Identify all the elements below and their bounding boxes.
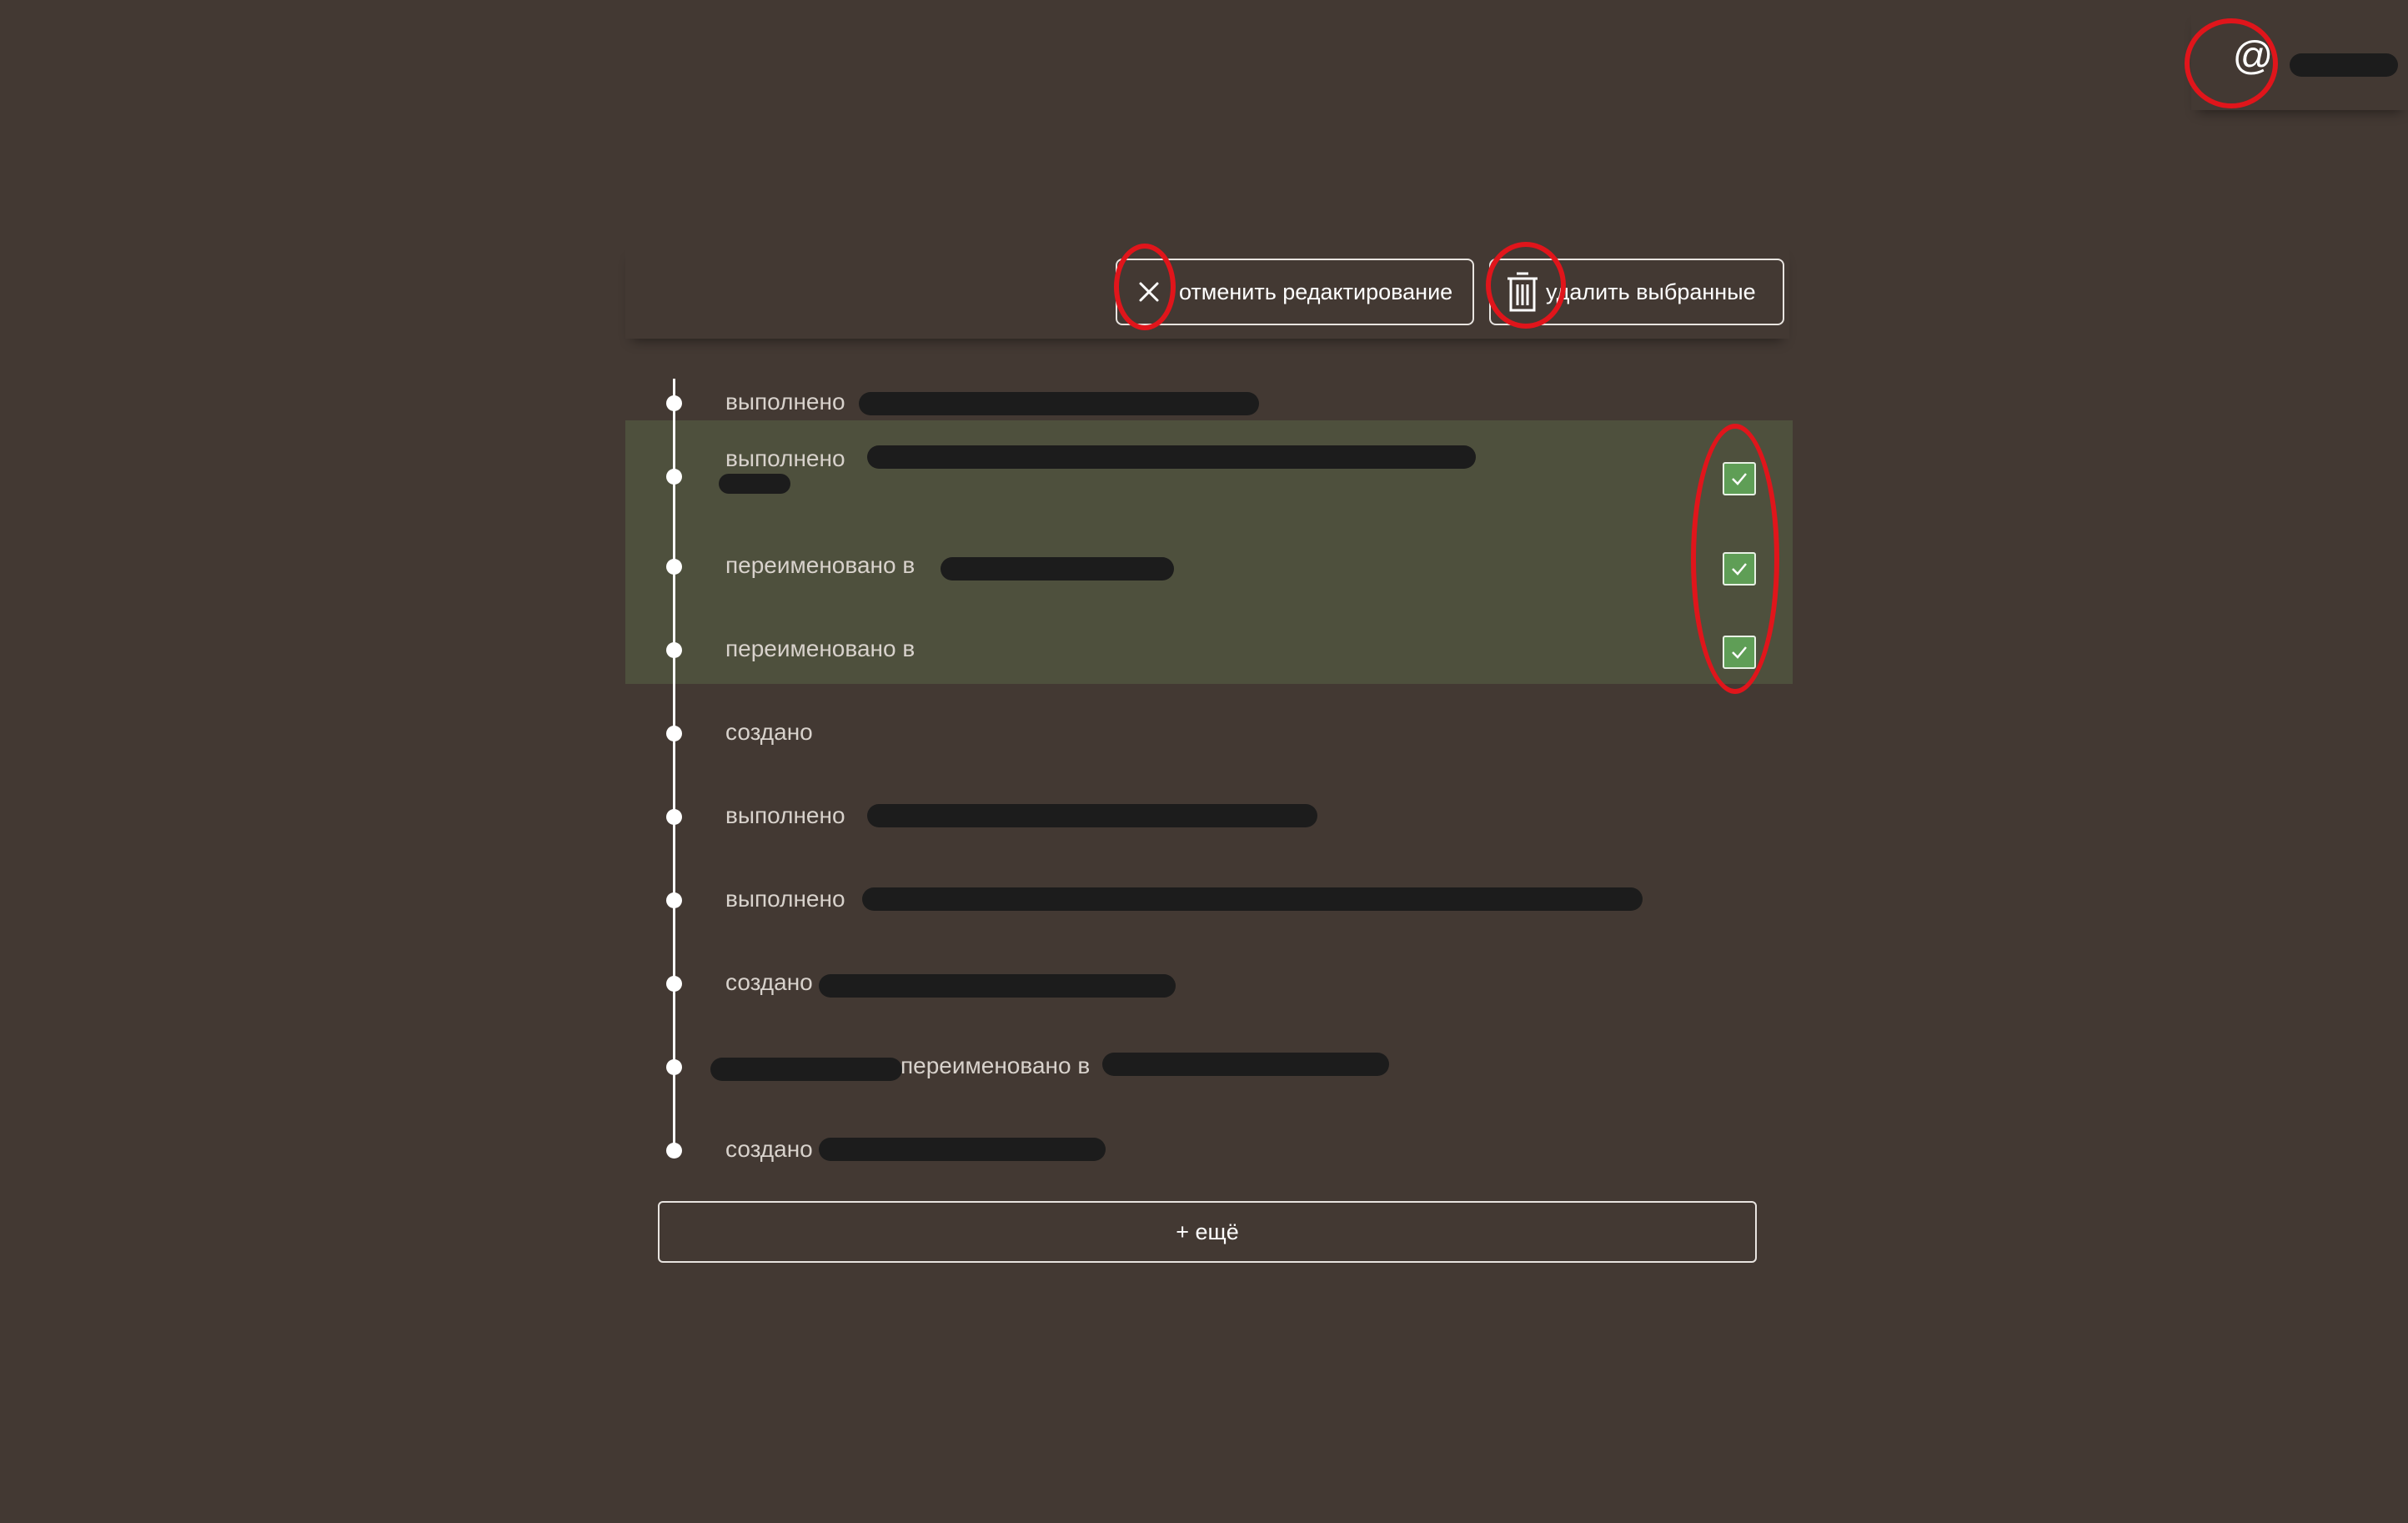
- history-entry: выполнено: [625, 792, 1793, 842]
- history-page: @ отменить редактирование удалить выбран…: [0, 0, 2408, 1523]
- redacted-text: [862, 887, 1643, 911]
- cancel-editing-label: отменить редактирование: [1179, 279, 1453, 304]
- timeline-dot: [666, 809, 682, 825]
- redacted-text: [867, 445, 1476, 469]
- trash-icon: [1499, 269, 1546, 315]
- history-entry: переименовано в: [625, 1043, 1793, 1093]
- timeline-dot: [666, 642, 682, 658]
- history-entry-text: выполнено: [725, 802, 845, 828]
- timeline-dot: [666, 1059, 682, 1075]
- history-entry-selected[interactable]: переименовано в: [625, 626, 1793, 676]
- history-entry-selected[interactable]: выполнено: [625, 445, 1793, 502]
- history-entry-text: создано: [725, 1136, 813, 1162]
- cancel-editing-button[interactable]: отменить редактирование: [1116, 259, 1474, 325]
- history-entry-text: выполнено: [725, 389, 845, 415]
- timeline-dot: [666, 395, 682, 411]
- close-icon: [1126, 269, 1172, 315]
- history-entry-text: выполнено: [725, 445, 845, 471]
- entry-checkbox[interactable]: [1723, 552, 1756, 586]
- redacted-text: [867, 804, 1317, 827]
- timeline-dot: [666, 726, 682, 741]
- history-entry-text: переименовано в: [900, 1053, 1091, 1078]
- entry-checkbox[interactable]: [1723, 462, 1756, 495]
- history-entry-text: выполнено: [725, 886, 845, 912]
- history-entry: создано: [625, 1126, 1793, 1176]
- redacted-text: [1102, 1053, 1389, 1076]
- history-entry-selected[interactable]: переименовано в: [625, 542, 1793, 592]
- history-entry-text: создано: [725, 719, 813, 745]
- delete-selected-button[interactable]: удалить выбранные: [1489, 259, 1784, 325]
- timeline-dot: [666, 469, 682, 485]
- redacted-text: [719, 474, 790, 494]
- history-entry-text: переименовано в: [725, 552, 916, 578]
- timeline-dot: [666, 1143, 682, 1159]
- user-menu[interactable]: @: [2191, 10, 2408, 110]
- at-icon[interactable]: @: [2228, 32, 2278, 82]
- delete-selected-label: удалить выбранные: [1546, 279, 1756, 304]
- edit-toolbar: отменить редактирование удалить выбранны…: [625, 245, 1789, 339]
- history-entry: создано: [625, 709, 1793, 759]
- redacted-text: [819, 974, 1176, 998]
- user-name-redacted: [2290, 53, 2398, 77]
- history-entry: выполнено: [625, 379, 1793, 429]
- history-entry: выполнено: [625, 876, 1793, 926]
- redacted-text: [859, 392, 1259, 415]
- history-entry: создано: [625, 959, 1793, 1009]
- history-entry-text: переименовано в: [725, 636, 916, 661]
- timeline-dot: [666, 559, 682, 575]
- history-entry-text: создано: [725, 969, 813, 995]
- entry-checkbox[interactable]: [1723, 636, 1756, 669]
- redacted-text: [710, 1058, 902, 1081]
- redacted-text: [819, 1138, 1106, 1161]
- redacted-text: [941, 557, 1174, 581]
- timeline-dot: [666, 976, 682, 992]
- load-more-button[interactable]: + ещё: [658, 1201, 1757, 1263]
- timeline-dot: [666, 892, 682, 908]
